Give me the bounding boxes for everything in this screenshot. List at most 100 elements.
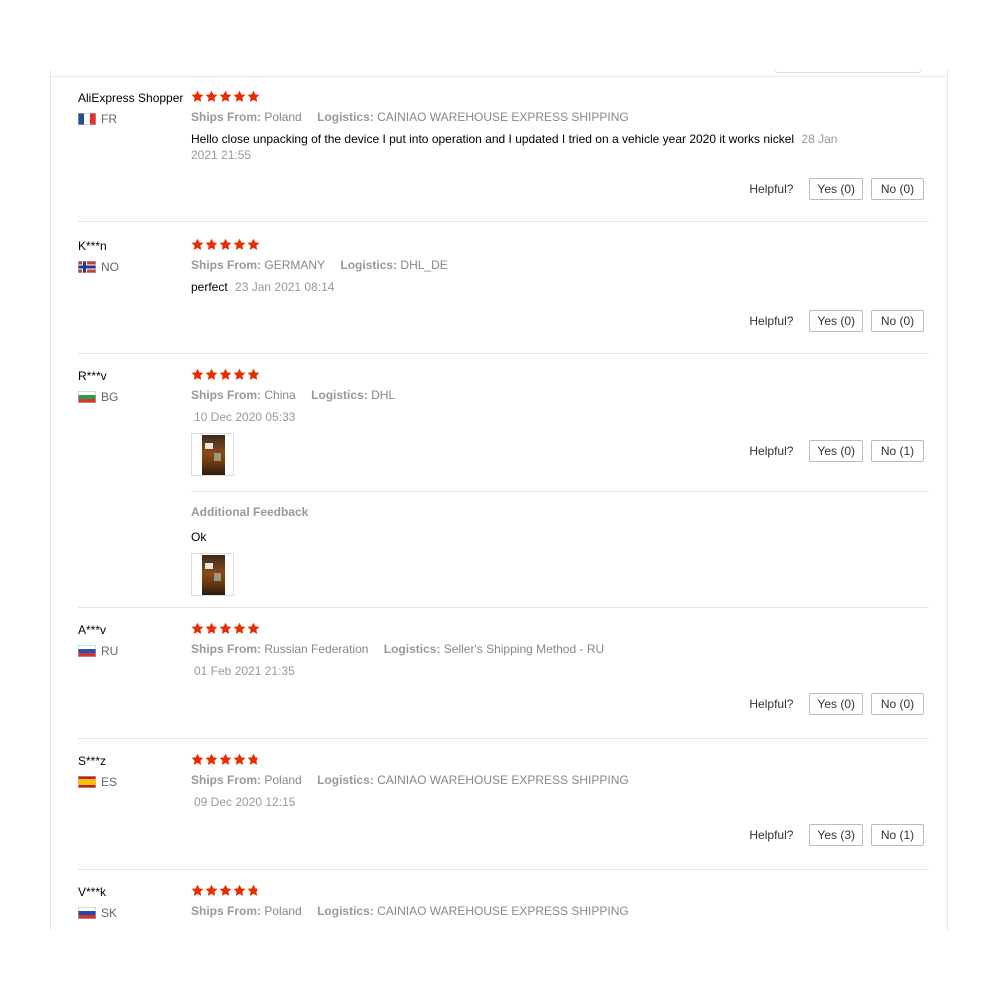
helpful-no-button[interactable]: No (1) (871, 824, 924, 846)
ships-from-label: Ships From: (191, 904, 262, 918)
star-icon (191, 884, 204, 896)
star-rating (191, 366, 929, 382)
helpful-yes-button[interactable]: Yes (0) (809, 310, 863, 332)
star-icon (247, 90, 260, 102)
ships-from-label: Ships From: (191, 388, 262, 402)
review-item: AliExpress Shopper FR Ships From: Poland… (78, 88, 929, 222)
flag-spain-icon (78, 776, 96, 788)
helpful-no-button[interactable]: No (0) (871, 693, 924, 715)
helpful-label: Helpful? (749, 828, 794, 842)
review-body: perfect (191, 280, 228, 294)
star-icon (205, 622, 218, 634)
helpful-yes-button[interactable]: Yes (3) (809, 824, 863, 846)
logistics-value: Seller's Shipping Method - RU (443, 642, 605, 656)
star-icon (233, 622, 246, 634)
flag-bulgaria-icon (78, 391, 96, 403)
reviewer-name: S***z (78, 754, 107, 768)
star-icon (219, 238, 232, 250)
reviewer-info: A***v RU (78, 622, 188, 658)
reviewer-info: AliExpress Shopper FR (78, 90, 188, 126)
helpful-votes: Helpful? Yes (0) No (1) (749, 440, 924, 462)
star-icon (205, 368, 218, 380)
country-code: NO (101, 260, 119, 274)
star-icon (191, 753, 204, 765)
review-photo-thumbnail[interactable] (191, 433, 234, 476)
helpful-yes-button[interactable]: Yes (0) (809, 693, 863, 715)
review-content: Ships From: Poland Logistics: CAINIAO WA… (191, 751, 929, 810)
star-icon (219, 90, 232, 102)
ships-from-label: Ships From: (191, 773, 262, 787)
helpful-label: Helpful? (749, 314, 794, 328)
helpful-no-button[interactable]: No (0) (871, 178, 924, 200)
reviewer-country: FR (78, 112, 188, 126)
ships-from-value: Poland (264, 110, 302, 124)
ships-from-value: Poland (264, 773, 302, 787)
review-content: Ships From: Russian Federation Logistics… (191, 620, 929, 679)
star-icon (219, 753, 232, 765)
review-date: 23 Jan 2021 08:14 (235, 280, 335, 294)
shipping-info: Ships From: China Logistics: DHL (191, 387, 929, 403)
country-code: FR (101, 112, 117, 126)
star-icon (191, 90, 204, 102)
logistics-value: CAINIAO WAREHOUSE EXPRESS SHIPPING (377, 773, 629, 787)
helpful-no-button[interactable]: No (1) (871, 440, 924, 462)
country-code: ES (101, 775, 118, 789)
reviewer-name: R***v (78, 369, 107, 383)
ships-from-label: Ships From: (191, 642, 262, 656)
star-rating (191, 882, 929, 898)
additional-feedback-title: Additional Feedback (191, 505, 309, 519)
helpful-label: Helpful? (749, 444, 794, 458)
helpful-label: Helpful? (749, 697, 794, 711)
sort-dropdown[interactable] (775, 70, 921, 73)
logistics-label: Logistics: (383, 642, 441, 656)
logistics-value: CAINIAO WAREHOUSE EXPRESS SHIPPING (377, 110, 629, 124)
reviewer-name: V***k (78, 885, 107, 899)
feedback-list: AliExpress Shopper FR Ships From: Poland… (78, 88, 929, 930)
reviewer-info: R***v BG (78, 368, 188, 404)
star-icon (219, 884, 232, 896)
helpful-votes: Helpful? Yes (0) No (0) (749, 310, 924, 332)
review-text: perfect 23 Jan 2021 08:14 (191, 279, 841, 295)
helpful-no-button[interactable]: No (0) (871, 310, 924, 332)
reviewer-country: ES (78, 775, 188, 789)
review-item: R***v BG Ships From: China Logistics: DH… (78, 354, 929, 608)
review-item: S***z ES Ships From: Poland Logistics: C… (78, 739, 929, 870)
shipping-info: Ships From: Russian Federation Logistics… (191, 641, 929, 657)
helpful-yes-button[interactable]: Yes (0) (809, 178, 863, 200)
flag-france-icon (78, 113, 96, 125)
star-icon (233, 90, 246, 102)
ships-from-label: Ships From: (191, 110, 262, 124)
star-icon (233, 884, 246, 896)
reviewer-name: A***v (78, 623, 107, 637)
star-icon (233, 238, 246, 250)
review-content: Ships From: Poland Logistics: CAINIAO WA… (191, 882, 929, 919)
feedback-panel: AliExpress Shopper FR Ships From: Poland… (50, 70, 948, 930)
country-code: BG (101, 390, 119, 404)
star-rating (191, 751, 929, 767)
review-photo-thumbnail[interactable] (191, 553, 234, 596)
reviewer-info: S***z ES (78, 753, 188, 789)
star-rating (191, 236, 929, 252)
photo-image (202, 435, 225, 475)
reviewer-country: RU (78, 644, 188, 658)
star-rating (191, 88, 929, 104)
ships-from-label: Ships From: (191, 258, 262, 272)
ships-from-value: Russian Federation (264, 642, 369, 656)
additional-feedback-text: Ok (191, 530, 207, 544)
star-icon (205, 90, 218, 102)
review-item: K***n NO Ships From: GERMANY Logistics: … (78, 222, 929, 354)
shipping-info: Ships From: Poland Logistics: CAINIAO WA… (191, 772, 929, 788)
star-icon (247, 884, 260, 896)
additional-feedback: Additional Feedback Ok (191, 491, 929, 596)
star-icon (247, 368, 260, 380)
star-icon (191, 238, 204, 250)
ships-from-value: GERMANY (264, 258, 326, 272)
reviewer-info: K***n NO (78, 238, 188, 274)
review-content: Ships From: GERMANY Logistics: DHL_DE pe… (191, 236, 929, 295)
country-code: SK (101, 906, 118, 920)
star-icon (233, 368, 246, 380)
star-icon (205, 238, 218, 250)
review-content: Ships From: Poland Logistics: CAINIAO WA… (191, 88, 929, 163)
helpful-yes-button[interactable]: Yes (0) (809, 440, 863, 462)
reviewer-name: K***n (78, 239, 107, 253)
